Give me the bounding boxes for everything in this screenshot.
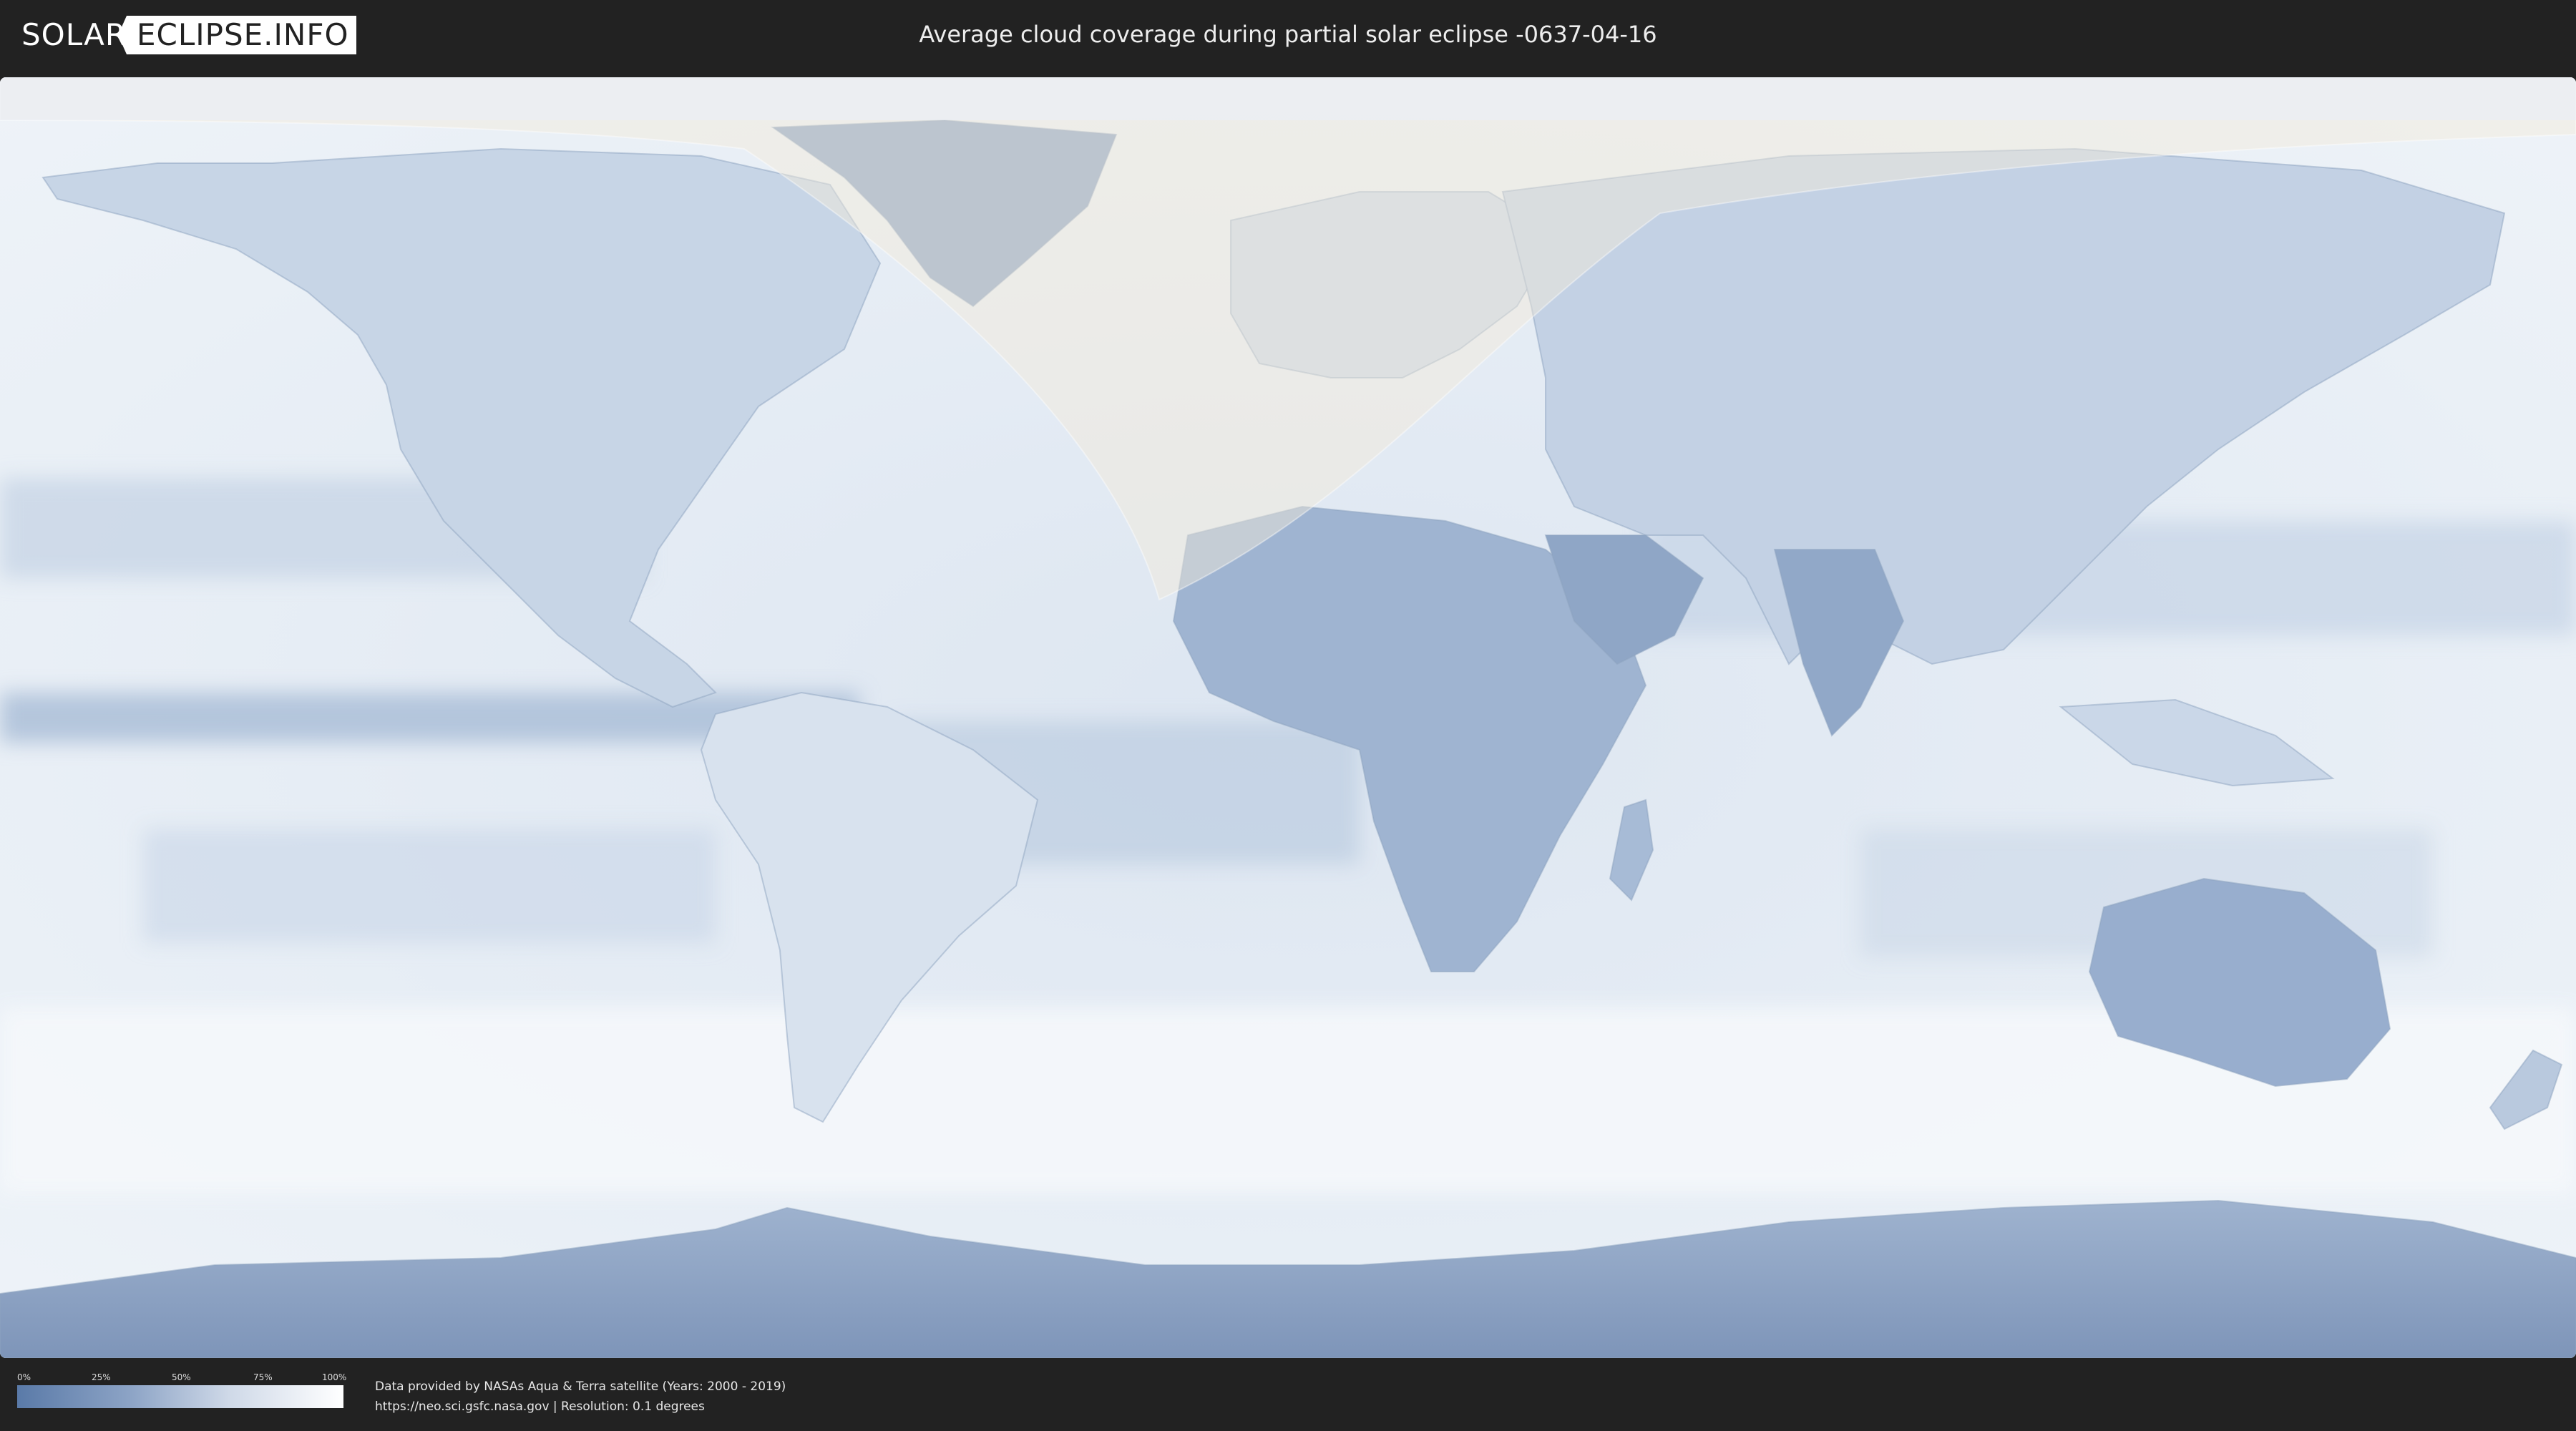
legend-tick-75: 75%: [253, 1372, 273, 1382]
cloud-coverage-map[interactable]: [0, 77, 2576, 1358]
page: SOLAR ECLIPSE.INFO Average cloud coverag…: [0, 0, 2576, 1431]
legend-tick-0: 0%: [17, 1372, 31, 1382]
cloud-coverage-legend: 0% 25% 50% 75% 100%: [17, 1372, 347, 1408]
data-source-text: Data provided by NASAs Aqua & Terra sate…: [375, 1377, 786, 1417]
source-line-1: Data provided by NASAs Aqua & Terra sate…: [375, 1379, 786, 1394]
header-bar: SOLAR ECLIPSE.INFO Average cloud coverag…: [0, 0, 2576, 72]
footer-bar: 0% 25% 50% 75% 100% Data provided by NAS…: [0, 1358, 2576, 1431]
arctic-haze: [0, 77, 2576, 120]
legend-tick-25: 25%: [92, 1372, 111, 1382]
page-title: Average cloud coverage during partial so…: [919, 21, 1657, 48]
legend-tick-100: 100%: [322, 1372, 347, 1382]
legend-color-bar: [17, 1385, 343, 1408]
source-line-2[interactable]: https://neo.sci.gsfc.nasa.gov | Resoluti…: [375, 1397, 786, 1417]
legend-tick-50: 50%: [172, 1372, 191, 1382]
map-canvas: [0, 77, 2576, 1358]
legend-ticks: 0% 25% 50% 75% 100%: [17, 1372, 347, 1385]
